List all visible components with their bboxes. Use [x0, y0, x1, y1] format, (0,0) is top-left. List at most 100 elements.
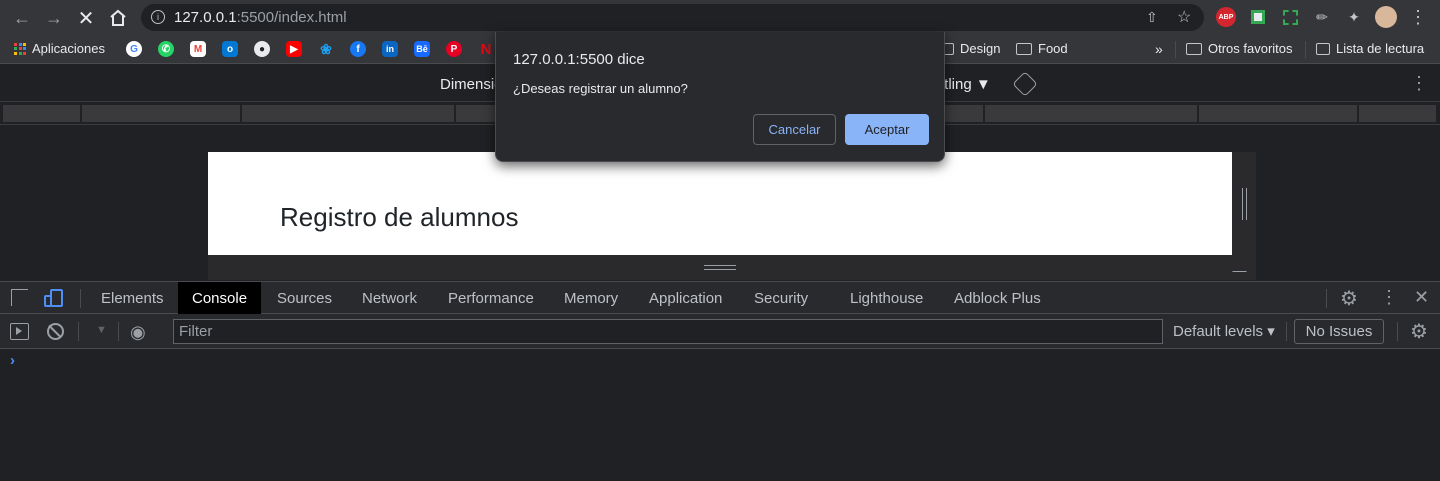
github-icon[interactable]: ● — [254, 41, 270, 57]
media-query-segment[interactable] — [944, 105, 984, 122]
tab-console[interactable]: Console — [178, 282, 262, 314]
tab-elements[interactable]: Elements — [87, 282, 178, 314]
reading-list[interactable]: Lista de lectura — [1316, 41, 1424, 56]
browser-address-row: ← → ✕ i 127.0.0.1:5500/index.html ⇧ ☆ AB… — [0, 0, 1440, 35]
tab-adblock-plus[interactable]: Adblock Plus — [940, 282, 1055, 314]
console-prompt[interactable]: › — [10, 352, 15, 369]
netflix-icon[interactable]: N — [478, 41, 494, 58]
apps-grid-icon — [14, 42, 26, 55]
toolbar-separator — [78, 322, 79, 341]
toolbar-separator — [80, 289, 81, 308]
rotate-icon[interactable] — [1012, 71, 1038, 97]
clear-console-icon[interactable] — [47, 323, 64, 340]
youtube-icon[interactable]: ▶ — [286, 41, 302, 57]
confirm-dialog: 127.0.0.1:5500 dice ¿Deseas registrar un… — [495, 32, 945, 162]
dialog-title: 127.0.0.1:5500 dice — [513, 51, 645, 68]
gmail-icon[interactable]: M — [190, 41, 206, 57]
screenshot-extension-icon[interactable] — [1280, 7, 1300, 27]
share-icon[interactable]: ⇧ — [1146, 9, 1158, 26]
dimensions-dropdown[interactable]: Dimensio — [440, 76, 503, 93]
toolbar-separator — [1326, 289, 1327, 308]
profile-avatar[interactable] — [1375, 6, 1397, 28]
media-query-segment[interactable] — [1359, 105, 1437, 122]
reading-list-label: Lista de lectura — [1336, 41, 1425, 56]
tab-lighthouse[interactable]: Lighthouse — [836, 282, 937, 314]
issues-button[interactable]: No Issues — [1294, 319, 1384, 344]
bookmark-food-label: Food — [1038, 41, 1068, 56]
bookmark-food[interactable]: Food — [1016, 41, 1068, 56]
bookmark-design-label: Design — [960, 41, 1001, 56]
twitter-icon[interactable]: ❀ — [318, 41, 334, 57]
devtools-tab-bar: Elements Console Sources Network Perform… — [0, 281, 1440, 314]
toolbar-separator — [1286, 322, 1287, 341]
bookmark-other-favorites-label: Otros favoritos — [1208, 41, 1293, 56]
console-output[interactable]: › — [0, 349, 1440, 481]
google-icon[interactable]: G — [126, 41, 142, 57]
media-query-segment[interactable] — [3, 105, 81, 122]
viewport-resize-right[interactable] — [1232, 152, 1258, 280]
bookmark-apps-label: Aplicaciones — [32, 41, 105, 56]
tab-performance[interactable]: Performance — [434, 282, 548, 314]
tab-security[interactable]: Security — [740, 282, 822, 314]
bookmarks-overflow-button[interactable]: » — [1155, 41, 1163, 57]
bookmark-other-favorites[interactable]: Otros favoritos — [1186, 41, 1293, 56]
resize-corner-icon[interactable] — [1232, 260, 1258, 272]
sheets-extension-icon[interactable] — [1248, 7, 1268, 27]
folder-icon — [1016, 42, 1032, 55]
extensions-puzzle-icon[interactable]: ✦ — [1344, 7, 1364, 27]
linkedin-icon[interactable]: in — [382, 41, 398, 57]
tab-memory[interactable]: Memory — [550, 282, 632, 314]
stop-loading-icon[interactable]: ✕ — [73, 5, 99, 31]
bookmark-apps[interactable]: Aplicaciones — [14, 41, 105, 56]
omnibox[interactable]: i 127.0.0.1:5500/index.html ⇧ ☆ — [141, 4, 1204, 31]
device-toolbar-menu-icon[interactable]: ⋮ — [1410, 73, 1428, 94]
page-title: Registro de alumnos — [280, 202, 519, 232]
media-query-segment[interactable] — [242, 105, 455, 122]
behance-icon[interactable]: Bē — [414, 41, 430, 57]
back-icon[interactable]: ← — [9, 5, 35, 31]
accept-button[interactable]: Aceptar — [845, 114, 929, 145]
bookmark-star-icon[interactable]: ☆ — [1177, 7, 1191, 27]
adblock-plus-icon[interactable]: ABP — [1216, 7, 1236, 27]
viewport-resize-bottom[interactable] — [208, 255, 1232, 280]
close-devtools-icon[interactable]: ✕ — [1414, 287, 1429, 308]
resize-handle-icon — [1242, 188, 1247, 220]
media-query-segment[interactable] — [985, 105, 1198, 122]
sidebar-toggle-icon[interactable] — [10, 323, 29, 340]
tab-application[interactable]: Application — [635, 282, 736, 314]
browser-menu-icon[interactable]: ⋮ — [1408, 7, 1428, 27]
device-toggle-icon[interactable] — [44, 288, 64, 308]
media-query-segment[interactable] — [1199, 105, 1358, 122]
live-expression-eye-icon[interactable]: ◉ — [130, 322, 146, 343]
tab-sources[interactable]: Sources — [263, 282, 346, 314]
facebook-icon[interactable]: f — [350, 41, 366, 57]
devtools-menu-icon[interactable]: ⋮ — [1380, 287, 1398, 308]
console-toolbar: ▼ ◉ Default levels ▾ No Issues ⚙ — [0, 314, 1440, 349]
log-levels-dropdown[interactable]: Default levels ▾ — [1173, 322, 1275, 340]
media-query-segment[interactable] — [456, 105, 496, 122]
toolbar-separator — [1397, 322, 1398, 341]
media-query-segment[interactable] — [82, 105, 241, 122]
cancel-button[interactable]: Cancelar — [753, 114, 836, 145]
inspect-element-icon[interactable] — [11, 289, 28, 306]
site-info-icon[interactable]: i — [151, 10, 165, 24]
reading-list-icon — [1316, 42, 1330, 55]
tab-network[interactable]: Network — [348, 282, 431, 314]
console-settings-icon[interactable]: ⚙ — [1410, 319, 1428, 344]
pinterest-icon[interactable]: P — [446, 41, 462, 57]
color-picker-icon[interactable]: ✏ — [1312, 7, 1332, 27]
page-viewport: Registro de alumnos — [208, 152, 1232, 255]
forward-icon[interactable]: → — [41, 5, 67, 31]
whatsapp-icon[interactable]: ✆ — [158, 41, 174, 57]
bookmark-design[interactable]: Design — [938, 41, 1000, 56]
url-text[interactable]: 127.0.0.1:5500/index.html — [174, 9, 347, 26]
console-filter-input[interactable] — [173, 319, 1163, 344]
bookmarks-separator — [1305, 41, 1306, 58]
bookmarks-separator — [1175, 41, 1176, 58]
folder-icon — [1186, 42, 1202, 55]
devtools-settings-icon[interactable]: ⚙ — [1340, 286, 1358, 311]
home-icon[interactable] — [105, 5, 131, 31]
context-dropdown-icon[interactable]: ▼ — [96, 324, 107, 336]
outlook-icon[interactable]: o — [222, 41, 238, 57]
throttling-dropdown[interactable]: ttling ▼ — [940, 76, 991, 93]
